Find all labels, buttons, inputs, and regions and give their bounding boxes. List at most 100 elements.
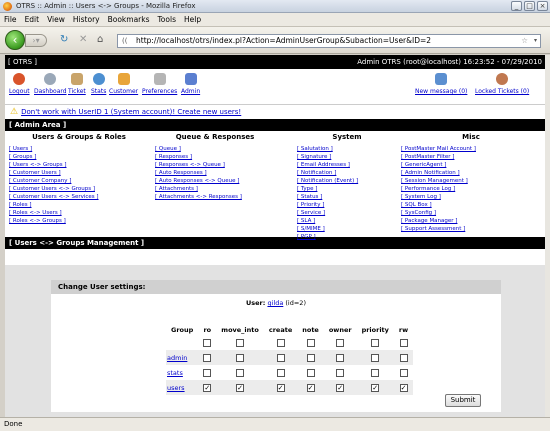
admin-link[interactable]: [ Package Manager ]: [401, 218, 457, 224]
logout-link[interactable]: Logout: [9, 88, 30, 95]
admin-link[interactable]: [ Groups ]: [9, 154, 36, 160]
bookmark-star-icon[interactable]: ☆: [521, 35, 528, 47]
admin-link[interactable]: [ SysConfig ]: [401, 210, 436, 216]
select-all-note-checkbox[interactable]: [306, 338, 315, 347]
menu-file[interactable]: File: [4, 15, 17, 24]
dashboard-link[interactable]: Dashboard: [34, 88, 67, 95]
toolbar-ticket[interactable]: Ticket: [68, 73, 86, 95]
admin-link[interactable]: [ Auto Responses ]: [155, 170, 207, 176]
permission-checkbox[interactable]: ✓: [399, 383, 408, 392]
permission-checkbox[interactable]: [399, 353, 408, 362]
stats-link[interactable]: Stats: [91, 88, 106, 95]
admin-link[interactable]: [ Users <-> Groups ]: [9, 162, 67, 168]
permission-checkbox[interactable]: [276, 353, 285, 362]
site-identity-icon[interactable]: ((: [122, 35, 127, 47]
toolbar-stats[interactable]: Stats: [91, 73, 106, 95]
permission-checkbox[interactable]: [276, 368, 285, 377]
permission-checkbox[interactable]: ✓: [276, 383, 285, 392]
warning-link[interactable]: Don't work with UserID 1 (System account…: [21, 108, 241, 116]
admin-link[interactable]: [ Performance Log ]: [401, 186, 455, 192]
permission-checkbox[interactable]: [203, 368, 212, 377]
admin-link[interactable]: [ Salutation ]: [297, 146, 333, 152]
admin-link[interactable]: [ Customer Users <-> Services ]: [9, 194, 99, 200]
customer-link[interactable]: Customer: [109, 88, 138, 95]
permission-checkbox[interactable]: ✓: [203, 383, 212, 392]
preferences-link[interactable]: Preferences: [142, 88, 177, 95]
admin-link[interactable]: [ Customer Users ]: [9, 170, 61, 176]
close-button[interactable]: ×: [537, 1, 548, 11]
admin-link[interactable]: [ Roles <-> Groups ]: [9, 218, 66, 224]
admin-link[interactable]: [ Notification (Event) ]: [297, 178, 358, 184]
new-message-link[interactable]: New message (0): [415, 88, 467, 95]
menu-tools[interactable]: Tools: [158, 15, 176, 24]
menu-bookmarks[interactable]: Bookmarks: [108, 15, 150, 24]
admin-link[interactable]: [ Session Management ]: [401, 178, 468, 184]
admin-link[interactable]: [ Type ]: [297, 186, 317, 192]
admin-link[interactable]: [ Support Assessment ]: [401, 226, 465, 232]
permission-checkbox[interactable]: [236, 353, 245, 362]
admin-link[interactable]: [ Priority ]: [297, 202, 324, 208]
select-all-priority-checkbox[interactable]: [371, 338, 380, 347]
maximize-button[interactable]: □: [524, 1, 535, 11]
group-link[interactable]: admin: [167, 354, 187, 362]
admin-link[interactable]: [ Attachments ]: [155, 186, 198, 192]
submit-button[interactable]: Submit: [445, 394, 481, 407]
admin-link[interactable]: [ Queue ]: [155, 146, 181, 152]
permission-checkbox[interactable]: [371, 368, 380, 377]
admin-link[interactable]: [ SQL Box ]: [401, 202, 432, 208]
group-link[interactable]: stats: [167, 369, 183, 377]
ticket-link[interactable]: Ticket: [68, 88, 86, 95]
toolbar-new-message[interactable]: New message (0): [415, 73, 467, 95]
admin-link[interactable]: [ GenericAgent ]: [401, 162, 446, 168]
admin-link[interactable]: [ Auto Responses <-> Queue ]: [155, 178, 239, 184]
toolbar-admin[interactable]: Admin: [181, 73, 200, 95]
admin-link[interactable]: [ Status ]: [297, 194, 322, 200]
page-scrollbar[interactable]: [545, 55, 550, 417]
permission-checkbox[interactable]: [336, 353, 345, 362]
toolbar-dashboard[interactable]: Dashboard: [34, 73, 67, 95]
select-all-create-checkbox[interactable]: [276, 338, 285, 347]
select-all-ro-checkbox[interactable]: [203, 338, 212, 347]
home-icon[interactable]: ⌂: [97, 35, 103, 45]
permission-checkbox[interactable]: [371, 353, 380, 362]
url-dropdown-icon[interactable]: ▾: [534, 35, 537, 47]
admin-link[interactable]: [ S/MIME ]: [297, 226, 325, 232]
user-name-link[interactable]: gilda: [267, 299, 283, 307]
admin-link[interactable]: [ Service ]: [297, 210, 325, 216]
permission-checkbox[interactable]: [306, 353, 315, 362]
admin-link[interactable]: [ Roles ]: [9, 202, 32, 208]
menu-history[interactable]: History: [73, 15, 100, 24]
menu-view[interactable]: View: [47, 15, 65, 24]
select-all-move-into-checkbox[interactable]: [236, 338, 245, 347]
minimize-button[interactable]: _: [511, 1, 522, 11]
permission-checkbox[interactable]: [236, 368, 245, 377]
permission-checkbox[interactable]: ✓: [336, 383, 345, 392]
permission-checkbox[interactable]: [306, 368, 315, 377]
permission-checkbox[interactable]: ✓: [371, 383, 380, 392]
admin-link[interactable]: [ Notification ]: [297, 170, 336, 176]
admin-link[interactable]: [ Customer Users <-> Groups ]: [9, 186, 95, 192]
select-all-owner-checkbox[interactable]: [336, 338, 345, 347]
admin-link[interactable]: [ PGP ]: [297, 234, 316, 240]
menu-edit[interactable]: Edit: [25, 15, 40, 24]
locked-tickets-link[interactable]: Locked Tickets (0): [475, 88, 529, 95]
permission-checkbox[interactable]: ✓: [306, 383, 315, 392]
menu-help[interactable]: Help: [184, 15, 201, 24]
admin-link[interactable]: [ SLA ]: [297, 218, 315, 224]
admin-link[interactable]: [ Email Addresses ]: [297, 162, 350, 168]
admin-link[interactable]: [ Attachments <-> Responses ]: [155, 194, 242, 200]
permission-checkbox[interactable]: ✓: [236, 383, 245, 392]
select-all-rw-checkbox[interactable]: [399, 338, 408, 347]
admin-link[interactable]: [ PostMaster Mail Account ]: [401, 146, 476, 152]
admin-link[interactable]: [ Signature ]: [297, 154, 331, 160]
permission-checkbox[interactable]: [203, 353, 212, 362]
admin-link[interactable]: [ Responses <-> Queue ]: [155, 162, 225, 168]
admin-link[interactable]: [ Users ]: [9, 146, 32, 152]
admin-link[interactable]: [ Customer Company ]: [9, 178, 71, 184]
admin-link[interactable]: [ Responses ]: [155, 154, 192, 160]
forward-button[interactable]: ›▾: [25, 34, 47, 47]
stop-icon[interactable]: ✕: [79, 35, 87, 45]
reload-icon[interactable]: ↻: [60, 35, 68, 45]
toolbar-preferences[interactable]: Preferences: [142, 73, 177, 95]
permission-checkbox[interactable]: [399, 368, 408, 377]
